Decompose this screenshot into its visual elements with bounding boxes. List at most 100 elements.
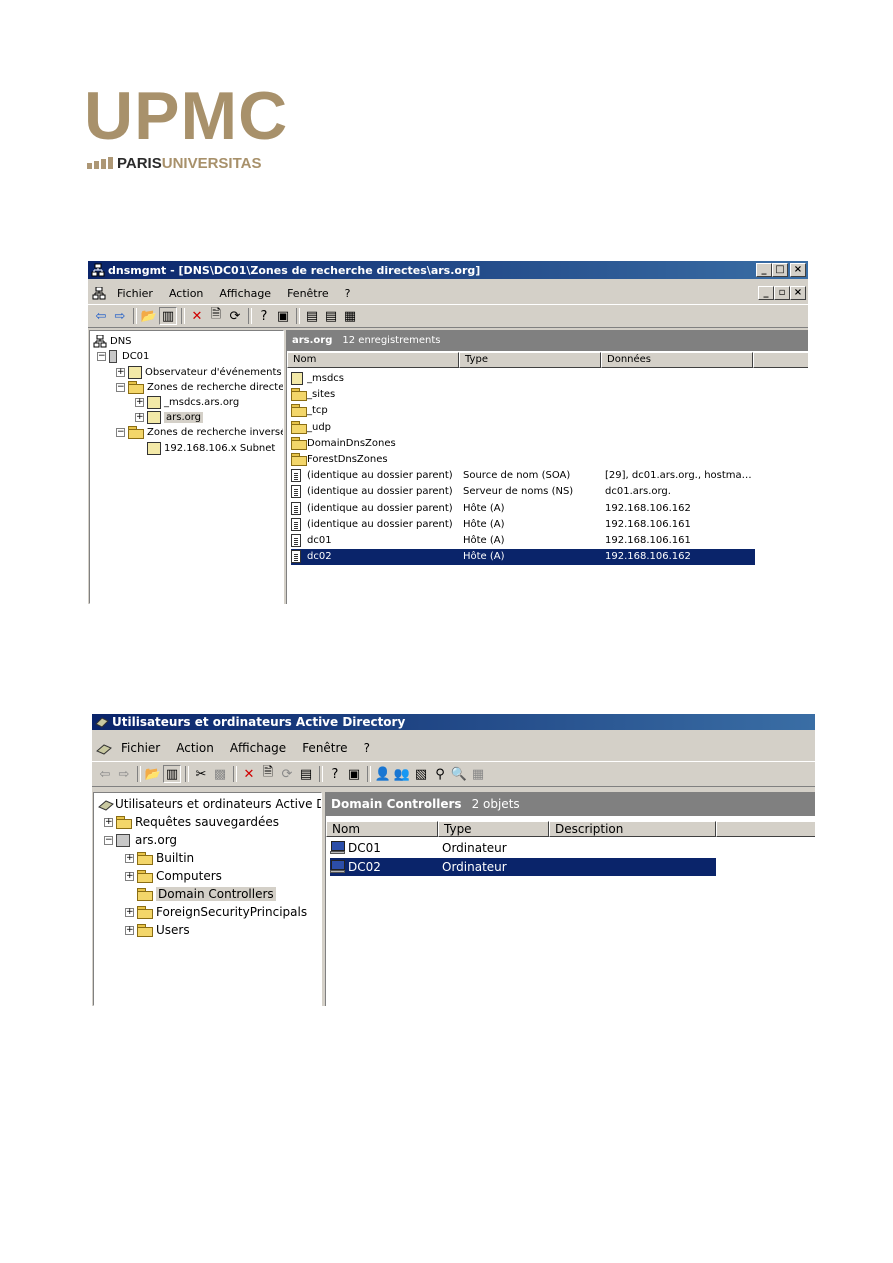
tree-item-aduc-root[interactable]: Utilisateurs et ordinateurs Active Dire: [98, 796, 321, 812]
back-icon[interactable]: ⇦: [92, 307, 110, 325]
dns-record-row[interactable]: (identique au dossier parent) Hôte (A) 192…: [291, 501, 755, 517]
tree-item-dc01[interactable]: − DC01: [97, 348, 149, 364]
menu-fichier[interactable]: Fichier: [109, 287, 161, 300]
column-header-type[interactable]: Type: [438, 821, 549, 837]
tree-item-forward-zones[interactable]: − Zones de recherche directes: [116, 379, 283, 395]
expand-icon[interactable]: +: [125, 853, 134, 863]
menu-action[interactable]: Action: [161, 287, 211, 300]
show-tree-icon[interactable]: ▥: [159, 307, 177, 325]
collapse-icon[interactable]: −: [116, 427, 125, 437]
delete-icon[interactable]: ✕: [188, 307, 206, 325]
menu-action[interactable]: Action: [168, 741, 222, 755]
properties-icon[interactable]: 🗎: [259, 765, 277, 783]
tree-item-ars-org[interactable]: + ars.org: [135, 409, 204, 425]
add-to-group-icon[interactable]: ▦: [469, 765, 487, 783]
tree-label: DC01: [122, 350, 150, 362]
refresh-icon[interactable]: ⟳: [278, 765, 296, 783]
menu-fenetre[interactable]: Fenêtre: [279, 287, 337, 300]
dns-record-row[interactable]: (identique au dossier parent) Serveur de …: [291, 484, 755, 500]
dns-titlebar[interactable]: dnsmgmt - [DNS\DC01\Zones de recherche d…: [88, 261, 808, 279]
expand-icon[interactable]: +: [104, 817, 113, 827]
menu-affichage[interactable]: Affichage: [211, 287, 279, 300]
tree-item-reverse-zones[interactable]: − Zones de recherche inversée: [116, 424, 283, 440]
menu-help[interactable]: ?: [337, 287, 359, 300]
record-icon-1[interactable]: ▤: [303, 307, 321, 325]
minimize-button[interactable]: _: [756, 263, 772, 277]
collapse-icon[interactable]: −: [104, 835, 113, 845]
dns-record-row[interactable]: (identique au dossier parent) Hôte (A) 192…: [291, 517, 755, 533]
refresh-icon[interactable]: ⟳: [226, 307, 244, 325]
column-header-description[interactable]: Description: [549, 821, 716, 837]
column-header-nom[interactable]: Nom: [326, 821, 438, 837]
console-icon[interactable]: ▣: [345, 765, 363, 783]
forward-icon[interactable]: ⇨: [115, 765, 133, 783]
dns-record-row[interactable]: ForestDnsZones: [291, 452, 755, 468]
menu-fichier[interactable]: Fichier: [113, 741, 168, 755]
tree-item-dns[interactable]: DNS: [93, 333, 132, 349]
column-header-type[interactable]: Type: [459, 352, 601, 368]
tree-item-saved-queries[interactable]: + Requêtes sauvegardées: [104, 814, 279, 830]
new-group-icon[interactable]: 👥: [393, 765, 411, 783]
dns-record-row[interactable]: _udp: [291, 420, 755, 436]
export-icon[interactable]: ▤: [297, 765, 315, 783]
dns-record-row[interactable]: _tcp: [291, 403, 755, 419]
menu-affichage[interactable]: Affichage: [222, 741, 294, 755]
folder-icon: [137, 924, 153, 937]
help-icon[interactable]: ?: [326, 765, 344, 783]
tree-item-foreign-security-principals[interactable]: + ForeignSecurityPrincipals: [125, 904, 307, 920]
collapse-icon[interactable]: −: [116, 382, 125, 392]
paste-icon[interactable]: ▩: [211, 765, 229, 783]
maximize-button[interactable]: □: [772, 263, 788, 277]
column-header-nom[interactable]: Nom: [287, 352, 459, 368]
find-icon[interactable]: 🔍: [450, 765, 468, 783]
dns-record-row[interactable]: dc02 Hôte (A) 192.168.106.162: [291, 549, 755, 566]
ad-object-row[interactable]: DC01 Ordinateur: [330, 839, 716, 857]
tree-item-domain-controllers[interactable]: Domain Controllers: [137, 886, 276, 902]
dns-record-row[interactable]: _sites: [291, 387, 755, 403]
console-icon[interactable]: ▣: [274, 307, 292, 325]
close-button[interactable]: ×: [790, 263, 806, 277]
column-header-donnees[interactable]: Données: [601, 352, 753, 368]
expand-icon[interactable]: +: [135, 397, 144, 407]
tree-item-computers[interactable]: + Computers: [125, 868, 222, 884]
delete-icon[interactable]: ✕: [240, 765, 258, 783]
tree-item-msdcs[interactable]: + _msdcs.ars.org: [135, 394, 239, 410]
tree-item-users[interactable]: + Users: [125, 922, 190, 938]
expand-icon[interactable]: +: [125, 907, 134, 917]
tree-item-ars-org[interactable]: − ars.org: [104, 832, 177, 848]
menu-fenetre[interactable]: Fenêtre: [294, 741, 355, 755]
dns-record-row[interactable]: DomainDnsZones: [291, 436, 755, 452]
tree-item-event-viewer[interactable]: + Observateur d'événements: [116, 364, 282, 380]
forward-icon[interactable]: ⇨: [111, 307, 129, 325]
ad-object-row[interactable]: DC02 Ordinateur: [330, 858, 716, 876]
filter-icon[interactable]: ⚲: [431, 765, 449, 783]
record-icon-2[interactable]: ▤: [322, 307, 340, 325]
help-icon[interactable]: ?: [255, 307, 273, 325]
child-close-button[interactable]: ×: [790, 286, 806, 300]
up-folder-icon[interactable]: 📂: [144, 765, 162, 783]
new-user-icon[interactable]: 👤: [374, 765, 392, 783]
collapse-icon[interactable]: −: [97, 351, 106, 361]
record-icon-3[interactable]: ▦: [341, 307, 359, 325]
up-folder-icon[interactable]: 📂: [140, 307, 158, 325]
cut-icon[interactable]: ✂: [192, 765, 210, 783]
child-restore-button[interactable]: ▫: [774, 286, 790, 300]
menu-help[interactable]: ?: [356, 741, 378, 755]
dns-record-row[interactable]: (identique au dossier parent) Source de n…: [291, 468, 755, 484]
expand-icon[interactable]: +: [135, 412, 144, 422]
new-ou-icon[interactable]: ▧: [412, 765, 430, 783]
child-minimize-button[interactable]: _: [758, 286, 774, 300]
tree-label: ForeignSecurityPrincipals: [156, 905, 308, 919]
expand-icon[interactable]: +: [125, 871, 134, 881]
tree-item-subnet[interactable]: 192.168.106.x Subnet: [147, 440, 275, 456]
dns-record-row[interactable]: _msdcs: [291, 371, 755, 387]
expand-icon[interactable]: +: [125, 925, 134, 935]
show-tree-icon[interactable]: ▥: [163, 765, 181, 783]
ad-titlebar[interactable]: Utilisateurs et ordinateurs Active Direc…: [92, 714, 815, 730]
cell-description: [553, 858, 713, 876]
expand-icon[interactable]: +: [116, 367, 125, 377]
properties-icon[interactable]: 🗎: [207, 307, 225, 325]
tree-item-builtin[interactable]: + Builtin: [125, 850, 194, 866]
back-icon[interactable]: ⇦: [96, 765, 114, 783]
dns-record-row[interactable]: dc01 Hôte (A) 192.168.106.161: [291, 533, 755, 549]
